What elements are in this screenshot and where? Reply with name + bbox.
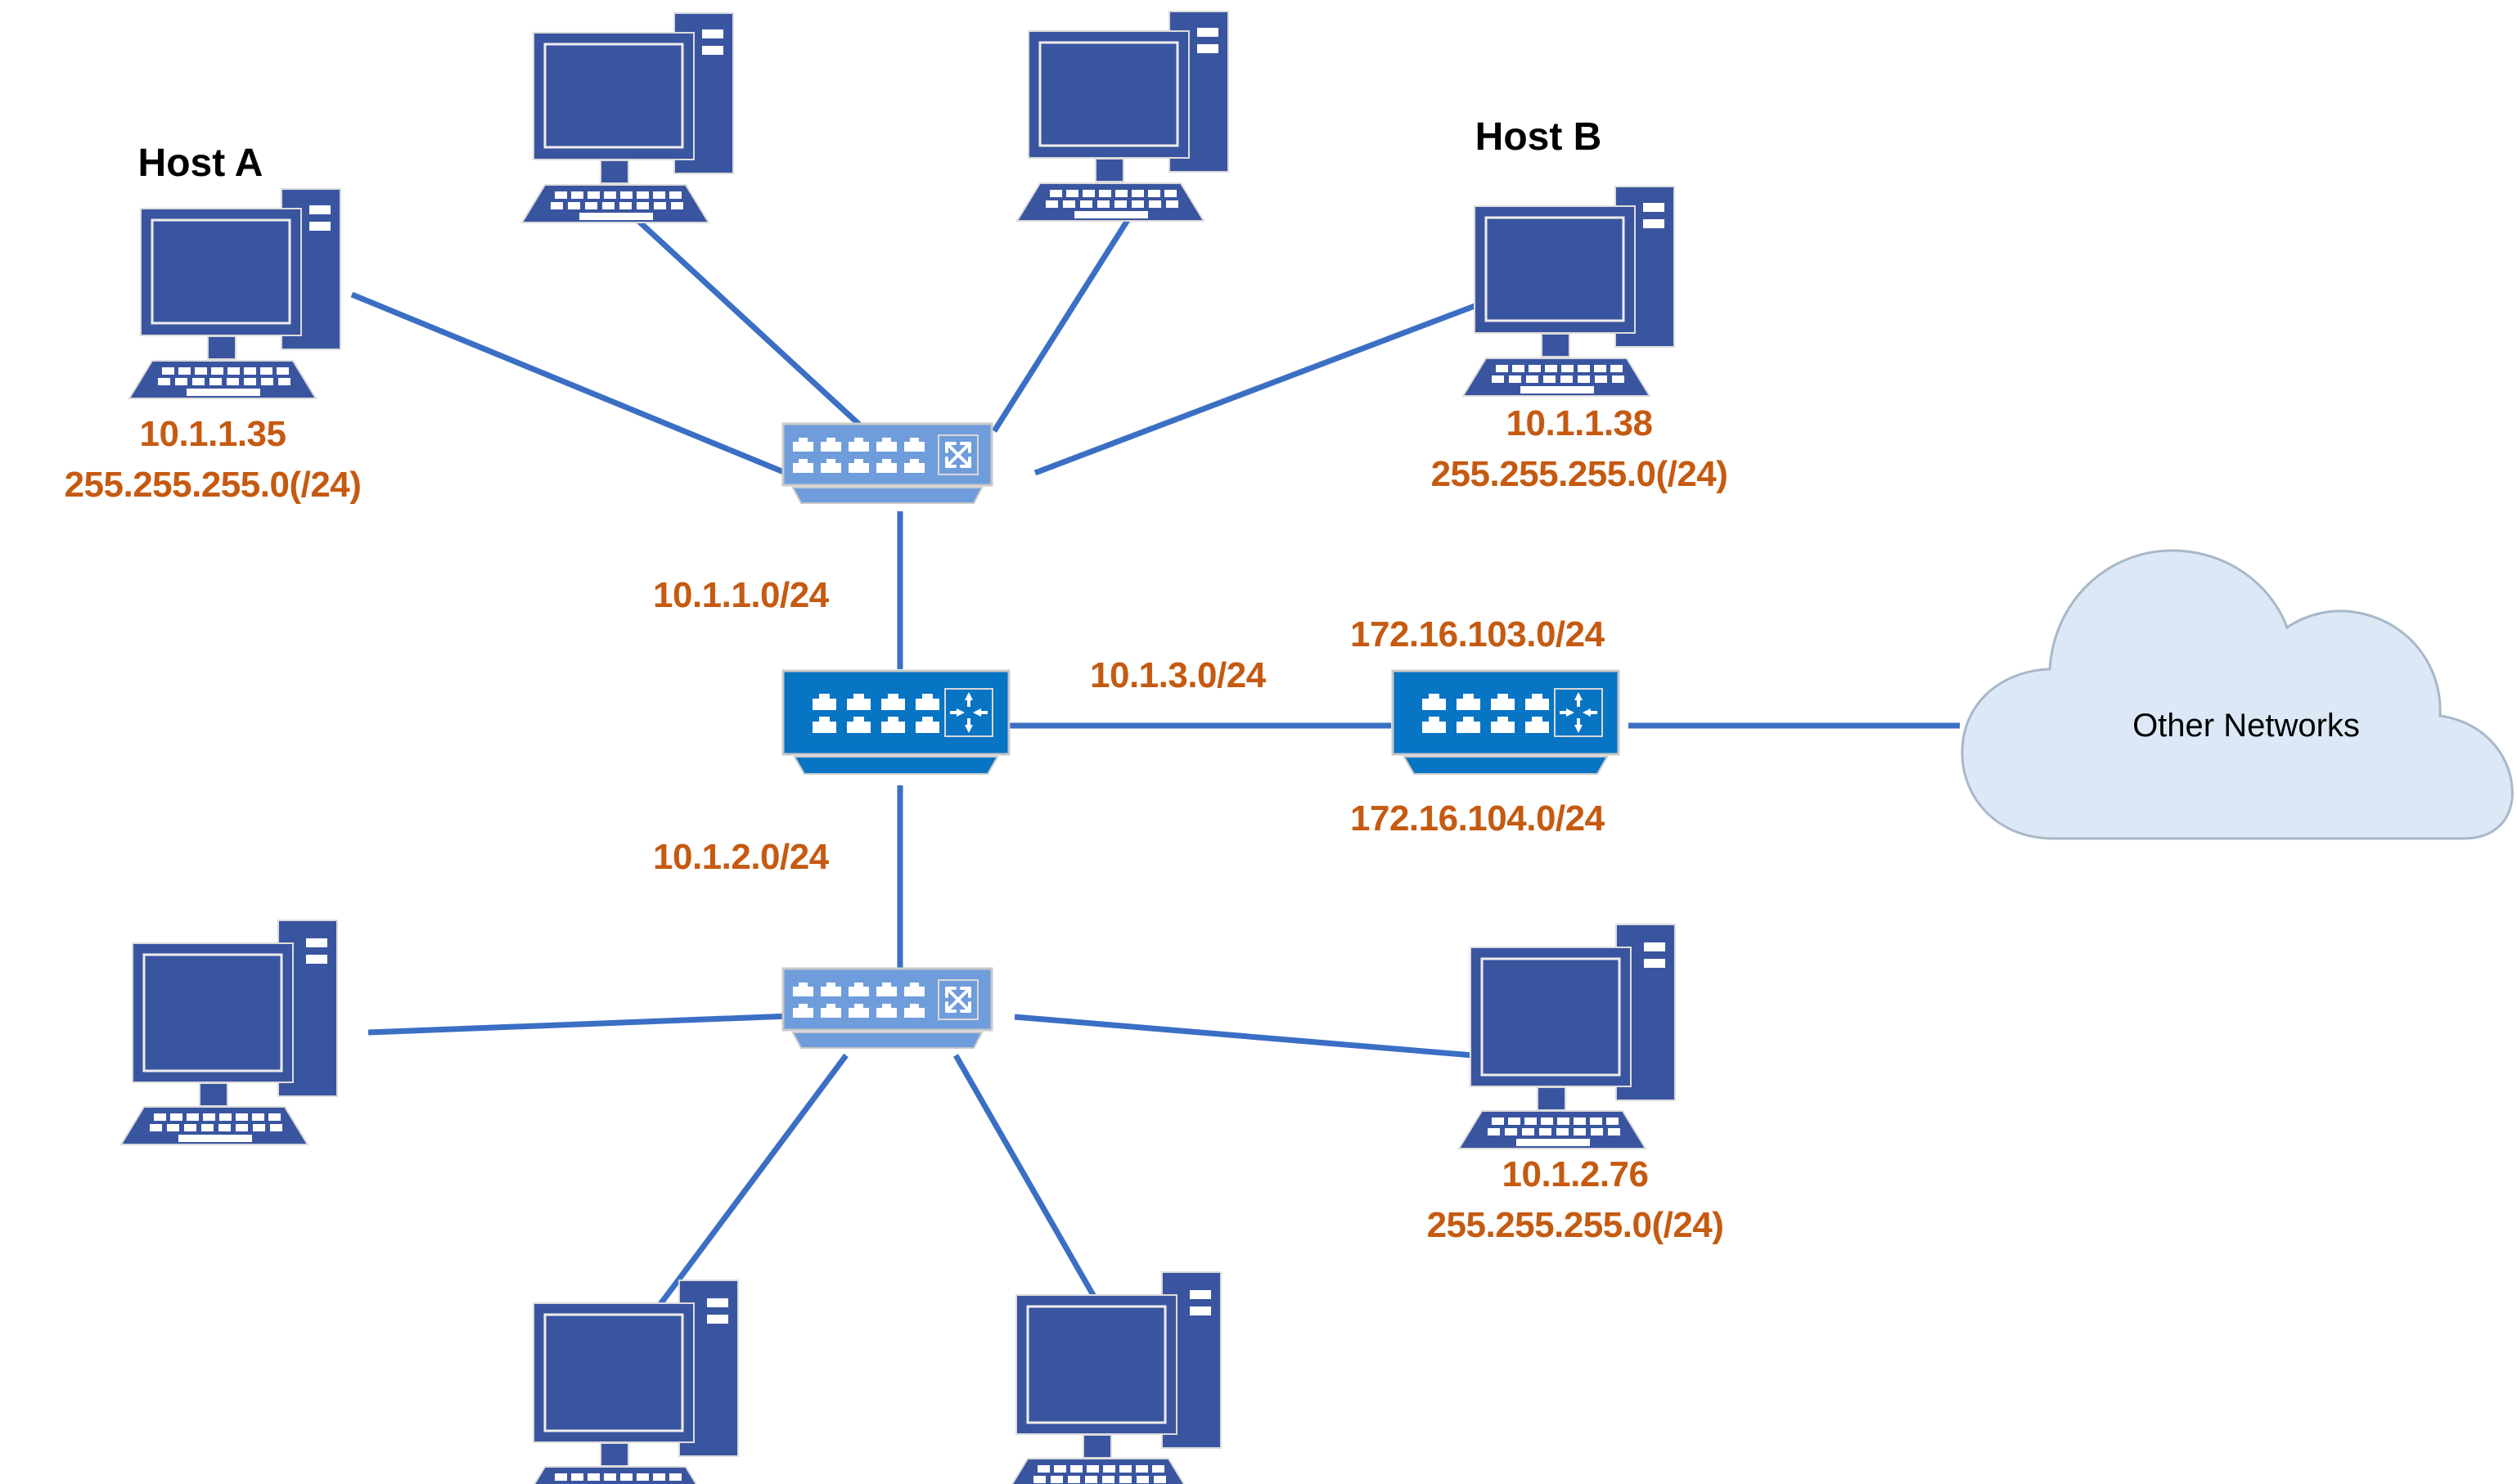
switch-icon: [781, 967, 993, 1049]
pc-host-a[interactable]: [123, 184, 368, 405]
pc-host-a-ip: 10.1.1.35: [139, 414, 287, 454]
link-hostb-switchtop: [1033, 298, 1489, 476]
pc-bottom-left[interactable]: [115, 912, 360, 1149]
link-switchbottom-pcbottomright: [1014, 1014, 1474, 1059]
subnet-label-10-1-3-0: 10.1.3.0/24: [1090, 655, 1266, 695]
desktop-computer-icon: [1461, 186, 1675, 397]
subnet-label-172-16-104-0: 172.16.104.0/24: [1350, 798, 1605, 839]
router-icon: [1391, 669, 1620, 775]
switch-top[interactable]: [781, 422, 1019, 514]
link-pctopleft-switchtop: [634, 217, 870, 434]
pc-bottom-center-right[interactable]: [998, 1264, 1244, 1484]
pc-bottom-right[interactable]: [1452, 916, 1698, 1153]
pc-host-a-title: Host A: [137, 142, 263, 185]
desktop-computer-icon: [1011, 1271, 1222, 1484]
pc-bottom-right-ip: 10.1.2.76: [1502, 1154, 1650, 1194]
router-right[interactable]: [1391, 669, 1628, 788]
router-left[interactable]: [781, 669, 1019, 788]
cloud-label: Other Networks: [2132, 708, 2360, 744]
link-hosta-switchtop: [350, 291, 791, 478]
subnet-label-10-1-1-0: 10.1.1.0/24: [653, 575, 829, 615]
cloud-other-networks[interactable]: [1956, 536, 2517, 847]
router-icon: [781, 669, 1011, 775]
network-diagram-canvas: Other Networks Host A 10.1.1.35 255.255.…: [0, 0, 2517, 1484]
pc-bottom-right-mask: 255.255.255.0(/24): [1426, 1205, 1724, 1245]
desktop-computer-icon: [1015, 11, 1229, 222]
pc-bottom-center-left[interactable]: [516, 1272, 761, 1484]
switch-icon: [781, 422, 993, 504]
pc-host-b-title: Host B: [1475, 115, 1602, 159]
switch-bottom[interactable]: [781, 967, 1019, 1059]
subnet-label-10-1-2-0: 10.1.2.0/24: [653, 837, 829, 877]
link-pctopright-switchtop: [992, 216, 1132, 433]
pc-host-a-mask: 255.255.255.0(/24): [64, 465, 362, 505]
desktop-computer-icon: [533, 1279, 739, 1484]
pc-host-b-mask: 255.255.255.0(/24): [1430, 454, 1728, 494]
pc-host-b-ip: 10.1.1.38: [1506, 403, 1654, 443]
pc-host-b[interactable]: [1457, 182, 1702, 402]
desktop-computer-icon: [520, 12, 734, 223]
cloud-icon: [1961, 549, 2514, 840]
link-pcbottomleft-switchbottom: [367, 1013, 790, 1036]
pc-top-left[interactable]: [516, 8, 761, 229]
desktop-computer-icon: [1457, 924, 1676, 1149]
desktop-computer-icon: [128, 188, 341, 399]
desktop-computer-icon: [119, 920, 338, 1145]
subnet-label-172-16-103-0: 172.16.103.0/24: [1350, 614, 1605, 654]
pc-top-right[interactable]: [1011, 7, 1256, 227]
